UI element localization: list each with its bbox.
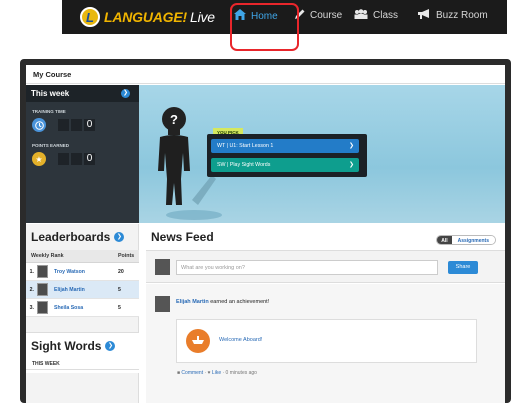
comment-link[interactable]: Comment bbox=[181, 370, 203, 376]
achievement-card[interactable]: Welcome Aboard! bbox=[176, 319, 477, 363]
student-name[interactable]: Elijah Martin bbox=[48, 287, 118, 293]
chevron-right-icon: ❯ bbox=[348, 143, 354, 149]
left-column: Leaderboards ❯ Weekly Rank Points 1. Tro… bbox=[26, 224, 139, 403]
leaderboard-row[interactable]: 3. Sheila Sosa 5 bbox=[26, 299, 139, 317]
post-action: earned an achievement! bbox=[208, 299, 270, 305]
sight-words-arrow-icon[interactable]: ❯ bbox=[105, 341, 116, 351]
you-pick-box: WT | U1: Start Lesson 1 ❯ SW | Play Sigh… bbox=[207, 134, 367, 177]
weekly-rank-header: Weekly Rank bbox=[31, 253, 64, 259]
this-week-panel: This week ❯ TRAINING TIME 0 POINTS EARNE… bbox=[26, 85, 139, 223]
points-earned-row: ★ 0 bbox=[26, 148, 139, 166]
digit-slot bbox=[71, 153, 82, 165]
sight-words-this-week: THIS WEEK bbox=[26, 358, 139, 370]
this-week-title: This week bbox=[31, 89, 70, 98]
this-week-arrow-icon[interactable]: ❯ bbox=[121, 89, 130, 98]
student-name[interactable]: Sheila Sosa bbox=[48, 305, 118, 311]
student-points: 5 bbox=[118, 286, 121, 293]
post-author-link[interactable]: Elijah Martin bbox=[176, 299, 209, 305]
pick-start-lesson-button[interactable]: WT | U1: Start Lesson 1 ❯ bbox=[211, 139, 359, 153]
comment-icon: ■ bbox=[177, 370, 181, 376]
digit-slot bbox=[58, 153, 69, 165]
points-header: Points bbox=[118, 253, 135, 259]
app-logo[interactable]: L LANGUAGE! Live bbox=[80, 6, 215, 28]
post-timestamp: · 0 minutes ago bbox=[222, 370, 257, 376]
training-time-label: TRAINING TIME bbox=[32, 109, 66, 114]
avatar bbox=[37, 301, 48, 314]
post-text: Elijah Martin earned an achievement! bbox=[176, 299, 269, 305]
points-earned-label: POINTS EARNED bbox=[32, 143, 70, 148]
ship-icon bbox=[186, 329, 210, 353]
people-icon bbox=[354, 9, 368, 22]
nav-class-label: Class bbox=[373, 10, 399, 21]
compose-bar: What are you working on? Share bbox=[146, 250, 505, 283]
share-button[interactable]: Share bbox=[448, 261, 478, 274]
leaderboard-row-selected[interactable]: 2. Elijah Martin 5 bbox=[26, 281, 139, 299]
news-feed: News Feed All Assignments What are you w… bbox=[146, 224, 505, 403]
avatar bbox=[155, 259, 170, 275]
training-time-row: 0 bbox=[26, 114, 139, 132]
megaphone-icon bbox=[418, 9, 431, 22]
nav-buzz-room[interactable]: Buzz Room bbox=[418, 9, 488, 22]
leaderboard-row[interactable]: 1. Troy Watson 20 bbox=[26, 263, 139, 281]
avatar bbox=[155, 296, 170, 312]
leaderboards-heading[interactable]: Leaderboards ❯ bbox=[26, 224, 138, 244]
student-points: 20 bbox=[118, 268, 124, 275]
nav-buzz-room-label: Buzz Room bbox=[436, 10, 488, 21]
leaderboards-arrow-icon[interactable]: ❯ bbox=[114, 232, 125, 242]
avatar bbox=[37, 265, 48, 278]
leaderboard-header-row: Weekly Rank Points bbox=[26, 250, 139, 263]
pick-sight-words-button[interactable]: SW | Play Sight Words ❯ bbox=[211, 158, 359, 172]
heart-icon: ♥ bbox=[207, 370, 211, 376]
post-meta: ■ Comment · ♥ Like · 0 minutes ago bbox=[177, 370, 257, 376]
my-course-header: My Course bbox=[26, 65, 505, 84]
rank-number: 3. bbox=[29, 304, 34, 311]
like-link[interactable]: Like bbox=[212, 370, 221, 376]
filter-assignments-button[interactable]: Assignments bbox=[451, 236, 495, 244]
status-input[interactable]: What are you working on? bbox=[176, 260, 438, 275]
clock-icon bbox=[32, 118, 46, 132]
logo-text: LANGUAGE! Live bbox=[104, 9, 215, 25]
chevron-right-icon: ❯ bbox=[348, 162, 354, 168]
nav-course-label: Course bbox=[310, 10, 343, 21]
rank-number: 1. bbox=[29, 268, 34, 275]
achievement-title[interactable]: Welcome Aboard! bbox=[219, 337, 262, 343]
nav-course[interactable]: Course bbox=[295, 9, 342, 22]
feed-post: Elijah Martin earned an achievement! Wel… bbox=[146, 284, 505, 403]
avatar bbox=[37, 283, 48, 296]
nav-class[interactable]: Class bbox=[354, 9, 398, 22]
sight-words-heading[interactable]: Sight Words ❯ bbox=[26, 333, 139, 353]
student-name[interactable]: Troy Watson bbox=[48, 269, 118, 275]
rank-number: 2. bbox=[29, 286, 34, 293]
logo-badge: L bbox=[80, 7, 100, 27]
course-hero: This week ❯ TRAINING TIME 0 POINTS EARNE… bbox=[26, 85, 505, 223]
leaderboard-table: Weekly Rank Points 1. Troy Watson 20 2. … bbox=[26, 250, 139, 317]
home-highlight-outline bbox=[230, 3, 299, 51]
avatar-question-mark: ? bbox=[170, 112, 178, 127]
training-time-value: 0 bbox=[84, 119, 95, 131]
feed-filter-toggle: All Assignments bbox=[436, 235, 496, 245]
student-points: 5 bbox=[118, 304, 121, 311]
star-icon: ★ bbox=[32, 152, 46, 166]
course-card: My Course This week ❯ TRAINING TIME 0 PO… bbox=[26, 65, 505, 403]
filter-all-button[interactable]: All bbox=[437, 236, 452, 244]
points-earned-value: 0 bbox=[84, 153, 95, 165]
this-week-header[interactable]: This week ❯ bbox=[26, 85, 139, 102]
digit-slot bbox=[71, 119, 82, 131]
digit-slot bbox=[58, 119, 69, 131]
